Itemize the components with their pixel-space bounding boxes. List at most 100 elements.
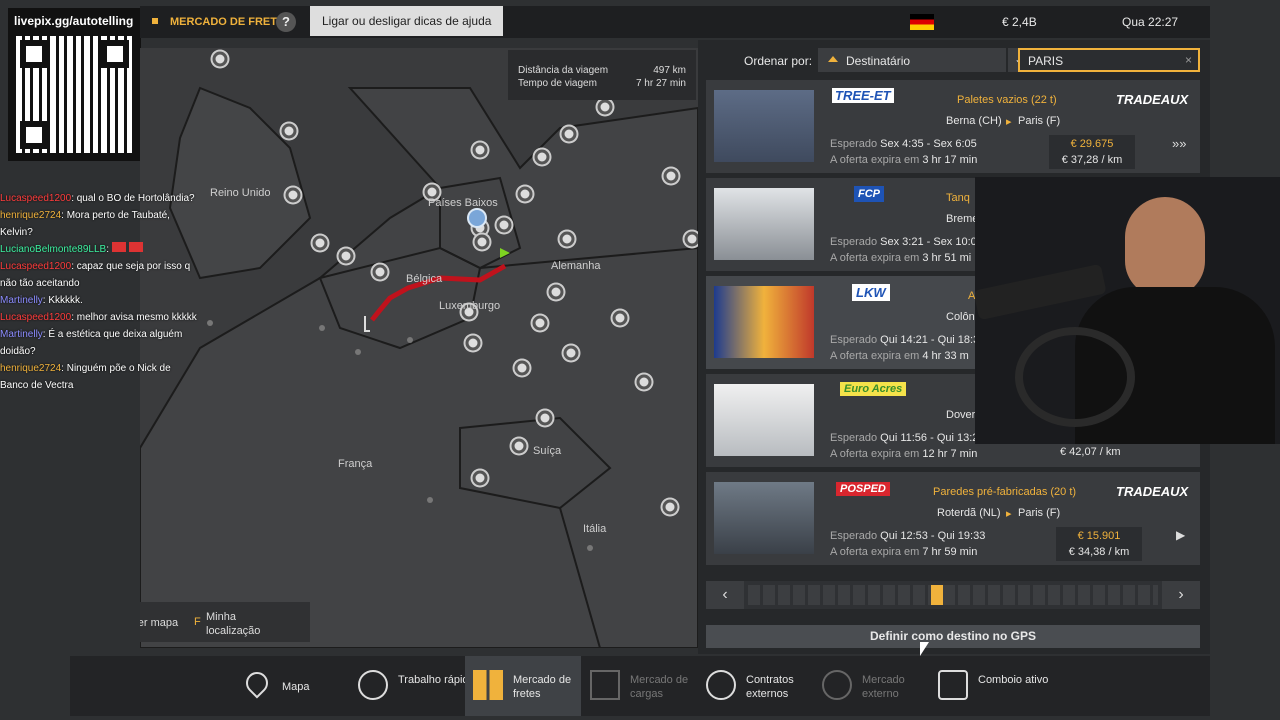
prev-page-button[interactable]: ‹ [706,581,744,609]
qr-code-icon [16,36,133,153]
city-marker[interactable] [312,235,328,251]
city-marker[interactable] [532,315,548,331]
nav-external-market[interactable]: Mercado externo [814,656,930,716]
origin-marker-icon [364,316,370,332]
nav-active-convoy[interactable]: Comboio ativo [930,656,1048,716]
city-marker[interactable] [465,335,481,351]
map-dot [207,320,213,326]
city-marker[interactable] [472,470,488,486]
route-arrow-icon: ▸ [1006,116,1012,128]
chat-message: Martinelly: Kkkkkk. [0,295,83,306]
city-marker[interactable] [662,499,678,515]
city-marker[interactable] [496,217,512,233]
streamer-head [1125,197,1205,297]
chat-user: Martinelly [0,329,43,340]
city-marker[interactable] [684,231,698,247]
city-marker[interactable] [372,264,388,280]
city-marker[interactable] [281,123,297,139]
clear-search-icon[interactable]: × [1185,53,1192,67]
bottom-navigation: Mapa Trabalho rápido Mercado de fretes M… [70,656,1210,716]
nav-cargo-market[interactable]: Mercado de cargas [582,656,698,716]
job-price: € 29.675 € 37,28 / km [1049,135,1135,169]
chat-user: Martinelly [0,295,43,306]
nav-map[interactable]: Mapa [234,656,344,716]
city-marker[interactable] [338,248,354,264]
help-toggle-button[interactable]: ? [276,12,296,32]
money-balance: € 2,4B [1002,15,1037,29]
city-marker[interactable] [537,410,553,426]
search-input[interactable]: PARIS × [1018,48,1200,72]
route-origin: Breme [946,213,979,225]
route-origin: Berna (CH) [946,115,1002,127]
city-marker[interactable] [563,345,579,361]
sort-asc-icon [828,56,838,62]
cargo-name: Tanq [946,192,970,204]
distance-value: 497 km [653,65,686,76]
set-gps-destination-button[interactable]: Definir como destino no GPS [706,625,1200,648]
country-label: Bélgica [406,273,443,285]
nav-freight-market[interactable]: Mercado de fretes [465,656,581,716]
europe-map[interactable]: Reino Unido Países Baixos Bélgica Aleman… [140,48,698,648]
chat-user: LucianoBelmonte89LLB [0,244,107,255]
map-dot [587,545,593,551]
help-tooltip: Ligar ou desligar dicas de ajuda [310,6,504,36]
route-origin: Roterdã (NL) [937,507,1001,519]
per-km-value: € 42,07 / km [1060,446,1121,458]
job-times: Esperado Sex 3:21 - Sex 10:0 A oferta ex… [830,236,977,264]
travel-time-value: 7 hr 27 min [635,78,686,89]
chat-user: henrique2724 [0,210,62,221]
city-marker[interactable] [511,438,527,454]
truck-position-icon [467,208,487,228]
city-marker[interactable] [559,231,575,247]
germany-flag-icon [910,14,934,30]
job-offer-row[interactable]: TREE-ET Paletes vazios (22 t) TRADEAUX B… [706,80,1200,173]
chat-message: Lucaspeed1200: capaz que seja por isso q… [0,261,191,289]
top-bar: MERCADO DE FRETES ? Ligar ou desligar di… [140,6,1210,38]
nav-external-contracts[interactable]: Contratos externos [698,656,814,716]
city-marker[interactable] [474,234,490,250]
destination-flag-icon [500,248,510,258]
city-marker[interactable] [285,187,301,203]
city-marker[interactable] [534,149,550,165]
company-logo: FCP [854,186,884,202]
chat-message: Lucaspeed1200: melhor avisa mesmo kkkkk [0,312,197,323]
my-location-button[interactable]: Minha localização [206,610,270,638]
map-dot [407,337,413,343]
city-marker[interactable] [514,360,530,376]
route-destination: Paris (F) [1018,115,1061,127]
trailer-image [714,90,814,162]
route-arrow-icon: ▸ [1006,508,1012,520]
job-offer-row[interactable]: POSPED Paredes pré-fabricadas (20 t) TRA… [706,472,1200,565]
chat-user: Lucaspeed1200 [0,312,72,323]
game-time: Qua 22:27 [1122,15,1179,29]
city-marker[interactable] [636,374,652,390]
company-logo: Euro Acres [840,382,907,396]
chat-message: henrique2724: Mora perto de Taubaté, Kel… [0,210,170,238]
city-marker[interactable] [663,168,679,184]
chat-user: Lucaspeed1200 [0,193,72,204]
trailer-image [714,384,814,456]
sort-value: Destinatário [846,54,911,68]
nav-quick-job[interactable]: Trabalho rápido [350,656,475,716]
next-page-button[interactable]: › [1162,581,1200,609]
city-marker[interactable] [212,51,228,67]
city-marker[interactable] [561,126,577,142]
cargo-name: Paredes pré-fabricadas (20 t) [933,486,1077,498]
mouse-cursor-icon [920,642,929,656]
play-arrow-icon: ▶ [1176,528,1186,542]
sort-dropdown[interactable]: Destinatário ⌄ [818,48,1030,72]
map-icon [241,667,273,699]
city-marker[interactable] [597,99,613,115]
chat-message: LucianoBelmonte89LLB: [0,241,200,258]
chat-message: henrique2724: Ninguém põe o Nick de Banc… [0,363,171,391]
current-page-indicator[interactable] [931,585,943,605]
city-marker[interactable] [548,284,564,300]
country-label: Luxemburgo [439,300,501,312]
city-marker[interactable] [517,186,533,202]
fast-forward-icon: »» [1172,136,1187,151]
clock-icon [358,670,388,700]
city-marker[interactable] [612,310,628,326]
convoy-icon [938,670,968,700]
city-marker[interactable] [472,142,488,158]
country-label: Países Baixos [428,197,498,209]
